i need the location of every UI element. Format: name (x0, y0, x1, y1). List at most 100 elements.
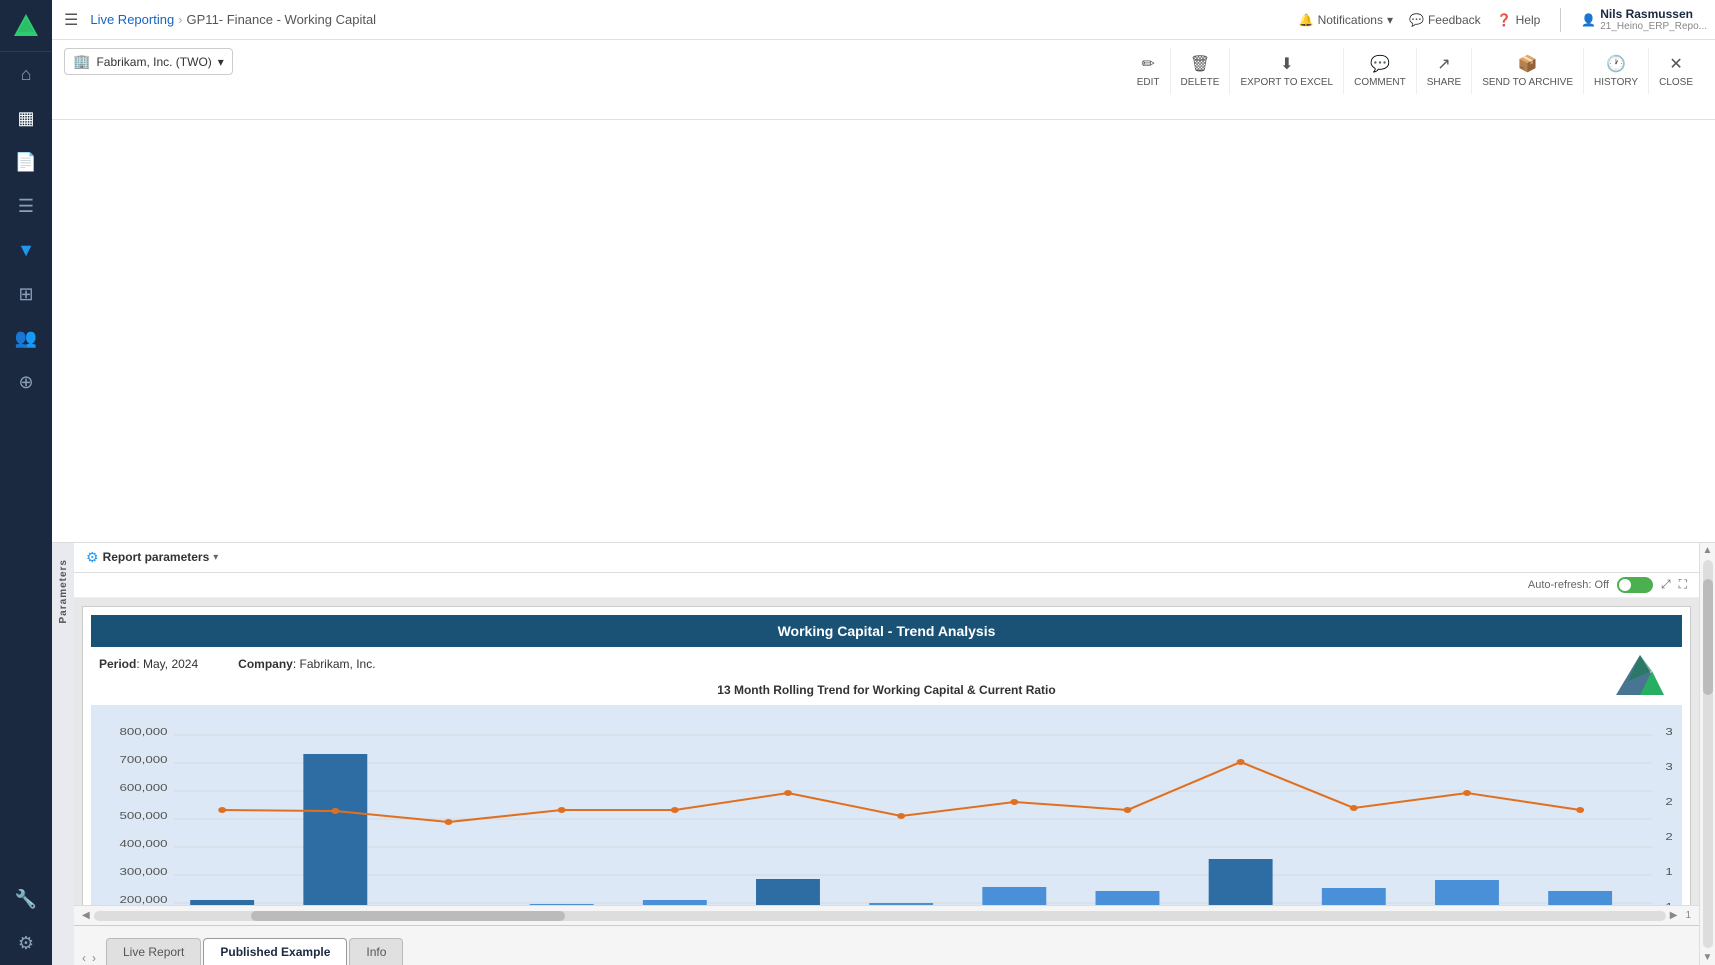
sidebar-item-settings[interactable]: ⚙ (0, 921, 52, 965)
params-expand-icon: ▾ (213, 552, 218, 563)
sidebar-item-tools[interactable]: 🔧 (0, 877, 52, 921)
user-icon: 👤 (1581, 13, 1596, 27)
autorefresh-bar: Auto-refresh: Off ⤢ ⛶ (74, 573, 1699, 598)
autorefresh-toggle[interactable] (1617, 577, 1653, 593)
scroll-right-btn[interactable]: ▶ (1670, 910, 1678, 921)
report-meta: Period: May, 2024 Company: Fabrikam, Inc… (91, 653, 1682, 675)
top-nav: ☰ Live Reporting › GP11- Finance - Worki… (52, 0, 1715, 40)
history-icon: 🕐 (1606, 54, 1626, 74)
chart-subtitle: 13 Month Rolling Trend for Working Capit… (91, 679, 1682, 701)
tab-next-icon[interactable]: › (92, 951, 96, 965)
sidebar-item-reports[interactable]: 📄 (0, 140, 52, 184)
page-indicator: 1 (1685, 910, 1691, 921)
scroll-left-btn[interactable]: ◀ (82, 910, 90, 921)
svg-text:300,000: 300,000 (119, 866, 168, 877)
history-button[interactable]: 🕐 HISTORY (1584, 48, 1649, 94)
bar-nov24 (1435, 880, 1499, 906)
user-profile[interactable]: 👤 Nils Rasmussen 21_Heino_ERP_Repo... (1581, 7, 1707, 32)
breadcrumb-current: GP11- Finance - Working Capital (187, 12, 377, 27)
feedback-button[interactable]: 💬 Feedback (1409, 13, 1481, 27)
bar-jul24 (982, 887, 1046, 906)
company-logo (1614, 653, 1666, 697)
share-button[interactable]: ↗ SHARE (1417, 48, 1472, 94)
tab-prev-icon[interactable]: ‹ (82, 951, 86, 965)
params-panel (52, 120, 1715, 543)
comment-button[interactable]: 💬 COMMENT (1344, 48, 1417, 94)
sidebar-item-users[interactable]: 👥 (0, 316, 52, 360)
help-icon: ❓ (1497, 13, 1512, 27)
svg-text:500,000: 500,000 (119, 810, 168, 821)
bar-oct24 (1322, 888, 1386, 906)
company-selector[interactable]: 🏢 Fabrikam, Inc. (TWO) ▾ (64, 48, 233, 75)
close-icon: ✕ (1669, 54, 1682, 74)
sidebar-item-dashboard[interactable]: ▦ (0, 96, 52, 140)
svg-text:3.0: 3.0 (1665, 761, 1672, 772)
bar-dec24 (1548, 891, 1612, 906)
params-sidebar-strip: Parameters (52, 543, 74, 965)
right-scrollbar[interactable]: ▲ ▼ (1699, 543, 1715, 965)
export-icon: ⬇ (1280, 54, 1293, 74)
share-icon: ↗ (1437, 54, 1450, 74)
svg-text:1.5: 1.5 (1665, 866, 1672, 877)
toolbar: 🏢 Fabrikam, Inc. (TWO) ▾ ✏ EDIT 🗑 DELETE… (52, 40, 1715, 120)
vertical-scroll-thumb[interactable] (1703, 579, 1713, 696)
delete-button[interactable]: 🗑 DELETE (1171, 48, 1231, 94)
bar-apr24 (643, 900, 707, 906)
params-label: Parameters (58, 559, 69, 623)
comment-icon: 💬 (1370, 54, 1390, 74)
sidebar-item-list[interactable]: ☰ (0, 184, 52, 228)
toolbar-buttons: ✏ EDIT 🗑 DELETE ⬇ EXPORT TO EXCEL 💬 COMM… (1127, 48, 1703, 94)
sidebar-item-integration[interactable]: ⊕ (0, 360, 52, 404)
feedback-icon: 💬 (1409, 13, 1424, 27)
horizontal-scroll-thumb[interactable] (251, 911, 565, 921)
svg-text:3.5: 3.5 (1665, 726, 1672, 737)
bar-chart-svg: 800,000 700,000 600,000 500,000 400,000 … (101, 715, 1672, 906)
chart-area: 800,000 700,000 600,000 500,000 400,000 … (91, 705, 1682, 906)
report-scroll-area[interactable]: Working Capital - Trend Analysis Period:… (74, 598, 1699, 906)
vertical-scroll-track[interactable] (1703, 560, 1713, 949)
bar-jun24 (869, 903, 933, 906)
main-content: ☰ Live Reporting › GP11- Finance - Worki… (52, 0, 1715, 965)
content-area (52, 120, 1715, 543)
svg-text:200,000: 200,000 (119, 894, 168, 905)
notifications-button[interactable]: 🔔 Notifications ▾ (1299, 13, 1393, 27)
sidebar-item-home[interactable]: ⌂ (0, 52, 52, 96)
bar-dec23 (190, 900, 254, 906)
report-container: Working Capital - Trend Analysis Period:… (82, 606, 1691, 906)
scroll-down-btn[interactable]: ▼ (1701, 950, 1715, 965)
svg-text:1.0: 1.0 (1665, 901, 1672, 905)
sidebar-item-filter[interactable]: ▼ (0, 228, 52, 272)
svg-text:2.5: 2.5 (1665, 796, 1672, 807)
edit-button[interactable]: ✏ EDIT (1127, 48, 1171, 94)
bottom-tabs: ‹ › Live Report Published Example Info (74, 925, 1699, 965)
delete-icon: 🗑 (1190, 54, 1210, 74)
fullscreen-icon[interactable]: ⛶ (1679, 577, 1687, 592)
edit-icon: ✏ (1141, 54, 1154, 74)
scroll-up-btn[interactable]: ▲ (1701, 543, 1715, 558)
export-button[interactable]: ⬇ EXPORT TO EXCEL (1230, 48, 1344, 94)
help-button[interactable]: ❓ Help (1497, 13, 1541, 27)
bar-jan24 (303, 754, 367, 906)
tab-live-report[interactable]: Live Report (106, 938, 201, 965)
archive-button[interactable]: 📦 SEND TO ARCHIVE (1472, 48, 1584, 94)
app-logo[interactable] (0, 0, 52, 52)
expand-icon[interactable]: ⤢ (1661, 577, 1671, 592)
horizontal-scroll-track[interactable] (94, 911, 1666, 921)
breadcrumb-live-reporting[interactable]: Live Reporting (90, 12, 174, 27)
close-button[interactable]: ✕ CLOSE (1649, 48, 1703, 94)
breadcrumb: Live Reporting › GP11- Finance - Working… (90, 12, 376, 27)
sidebar-item-table[interactable]: ⊞ (0, 272, 52, 316)
report-params-header[interactable]: ⚙ Report parameters ▾ (74, 543, 1699, 573)
sidebar: ⌂ ▦ 📄 ☰ ▼ ⊞ 👥 ⊕ 🔧 ⚙ (0, 0, 52, 965)
tab-published-example[interactable]: Published Example (203, 938, 347, 965)
svg-text:800,000: 800,000 (119, 726, 168, 737)
svg-text:700,000: 700,000 (119, 754, 168, 765)
chart-title: Working Capital - Trend Analysis (91, 615, 1682, 647)
svg-text:600,000: 600,000 (119, 782, 168, 793)
hamburger-menu[interactable]: ☰ (60, 6, 82, 34)
bell-icon: 🔔 (1299, 13, 1314, 27)
nav-divider (1560, 8, 1561, 32)
bottom-scrollbar[interactable]: ◀ ▶ 1 (74, 905, 1699, 925)
bar-sep24 (1209, 859, 1273, 906)
tab-info[interactable]: Info (349, 938, 403, 965)
